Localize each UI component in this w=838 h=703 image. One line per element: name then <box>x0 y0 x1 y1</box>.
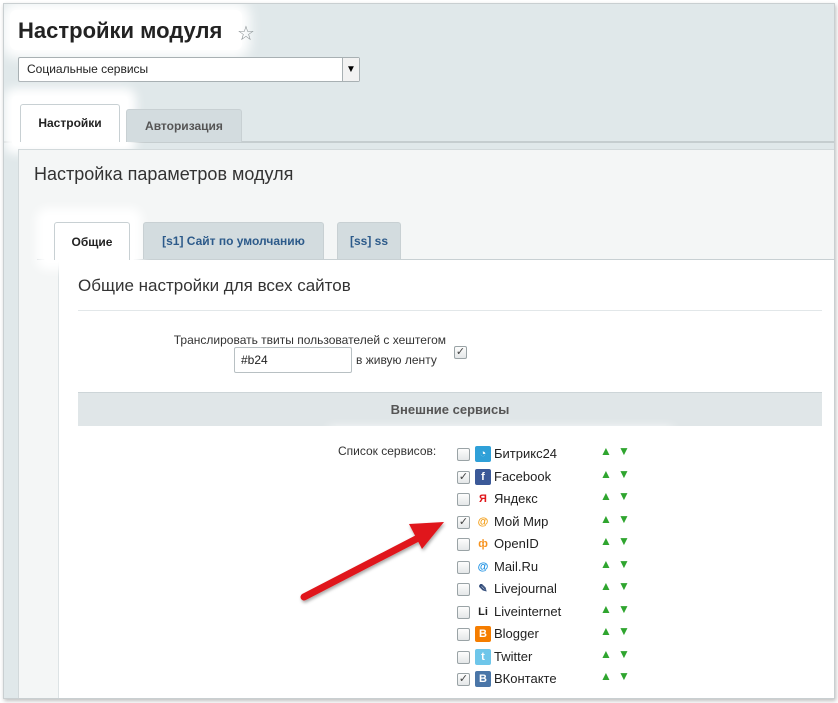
window-frame: Настройки модуля ☆ Социальные сервисы ▼ … <box>3 3 835 699</box>
red-arrow-annotation <box>300 522 444 601</box>
